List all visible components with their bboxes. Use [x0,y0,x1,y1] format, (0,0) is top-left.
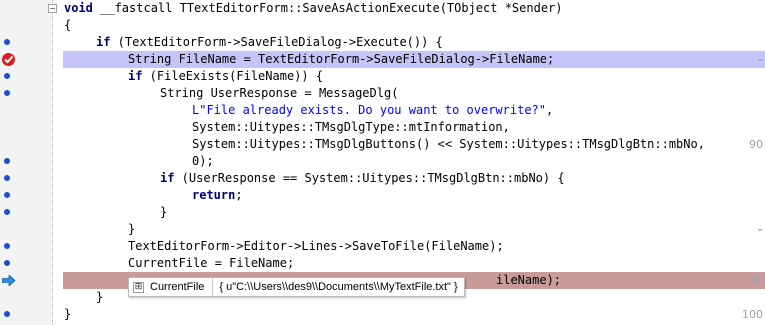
code-text: if (TextEditorForm->SaveFileDialog->Exec… [96,34,443,51]
code-fragment: ileName); [496,273,562,287]
code-text: { [64,18,72,32]
code-line: – } [0,221,765,238]
execution-arrow-icon [2,275,16,286]
code-line: L"File already exists. Do you want to ov… [0,102,765,119]
code-text: return; [192,187,243,204]
breakpoint-dot-icon[interactable] [4,175,10,181]
code-line: } [0,204,765,221]
breakpoint-dot-icon[interactable] [4,73,10,79]
code-text: if (UserResponse == System::Uitypes::TMs… [160,170,565,187]
keyword: return [192,188,236,202]
breakpoint-dot-icon[interactable] [4,39,10,45]
code-text: if (FileExists(FileName)) { [128,68,323,85]
code-text: System::Uitypes::TMsgDlgType::mtInformat… [192,120,510,134]
code-text: void __fastcall TTextEditorForm::SaveAsA… [64,0,563,17]
code-text: } [128,222,136,236]
breakpoint-dot-icon[interactable] [4,90,10,96]
code-fragment: , [546,103,554,117]
line-number: 98 [749,274,763,287]
code-text: } [64,307,72,321]
code-fragment: ; [235,188,243,202]
code-line: TextEditorForm->Editor->Lines->SaveToFil… [0,238,765,255]
breakpoint-check-icon[interactable] [2,53,15,66]
code-line: if (FileExists(FileName)) { [0,68,765,85]
code-line: if (UserResponse == System::Uitypes::TMs… [0,170,765,187]
code-editor[interactable]: − void __fastcall TTextEditorForm::SaveA… [0,0,765,325]
expand-icon[interactable]: ⊞ [133,281,144,293]
code-text: L"File already exists. Do you want to ov… [192,102,553,119]
code-fragment: (UserResponse == System::Uitypes::TMsgDl… [174,171,565,185]
tooltip-variable-value: { u"C:\\Users\\des9\\Documents\\MyTextFi… [219,281,458,293]
code-line: return; [0,187,765,204]
code-text: String UserResponse = MessageDlg( [160,86,399,100]
code-line: CurrentFile = FileName; [0,255,765,272]
breakpoint-dot-icon[interactable] [4,260,10,266]
code-line: 0); [0,153,765,170]
keyword: void [64,1,93,15]
debug-value-tooltip: ⊞ CurrentFile { u"C:\\Users\\des9\\Docum… [128,277,465,297]
code-text: 0); [192,154,214,168]
code-text: System::Uitypes::TMsgDlgButtons() << Sys… [192,137,705,151]
code-fragment: __fastcall TTextEditorForm::SaveAsAction… [92,1,563,15]
keyword: if [160,171,175,185]
breakpoint-dot-icon[interactable] [4,243,10,249]
breakpoint-dot-icon[interactable] [4,192,10,198]
code-fragment: (TextEditorForm->SaveFileDialog->Execute… [110,35,443,49]
fold-toggle-icon[interactable]: − [48,4,57,13]
code-line: String UserResponse = MessageDlg( [0,85,765,102]
code-text: CurrentFile = FileName; [128,256,295,270]
keyword: if [128,69,143,83]
code-line: System::Uitypes::TMsgDlgType::mtInformat… [0,119,765,136]
line-number: 90 [749,138,763,151]
line-number: – [757,53,764,66]
code-line: { [0,17,765,34]
code-fragment: (FileExists(FileName)) { [142,69,324,83]
code-text: TextEditorForm->Editor->Lines->SaveToFil… [128,239,504,253]
keyword: if [96,35,111,49]
string-literal: L"File already exists. Do you want to ov… [192,103,547,117]
breakpoint-dot-icon[interactable] [4,158,10,164]
breakpoint-dot-icon[interactable] [4,311,10,317]
code-text: String FileName = TextEditorForm->SaveFi… [128,52,555,66]
code-line-highlighted: – String FileName = TextEditorForm->Save… [0,51,765,68]
breakpoint-dot-icon[interactable] [4,209,10,215]
code-line: if (TextEditorForm->SaveFileDialog->Exec… [0,34,765,51]
code-text: } [160,205,168,219]
line-number: – [757,223,764,236]
tooltip-variable-name: CurrentFile [150,281,205,293]
code-line: 90 System::Uitypes::TMsgDlgButtons() << … [0,136,765,153]
code-line: − void __fastcall TTextEditorForm::SaveA… [0,0,765,17]
code-text: } [96,290,104,304]
line-number: 100 [742,308,763,321]
code-line: 100 } [0,306,765,323]
